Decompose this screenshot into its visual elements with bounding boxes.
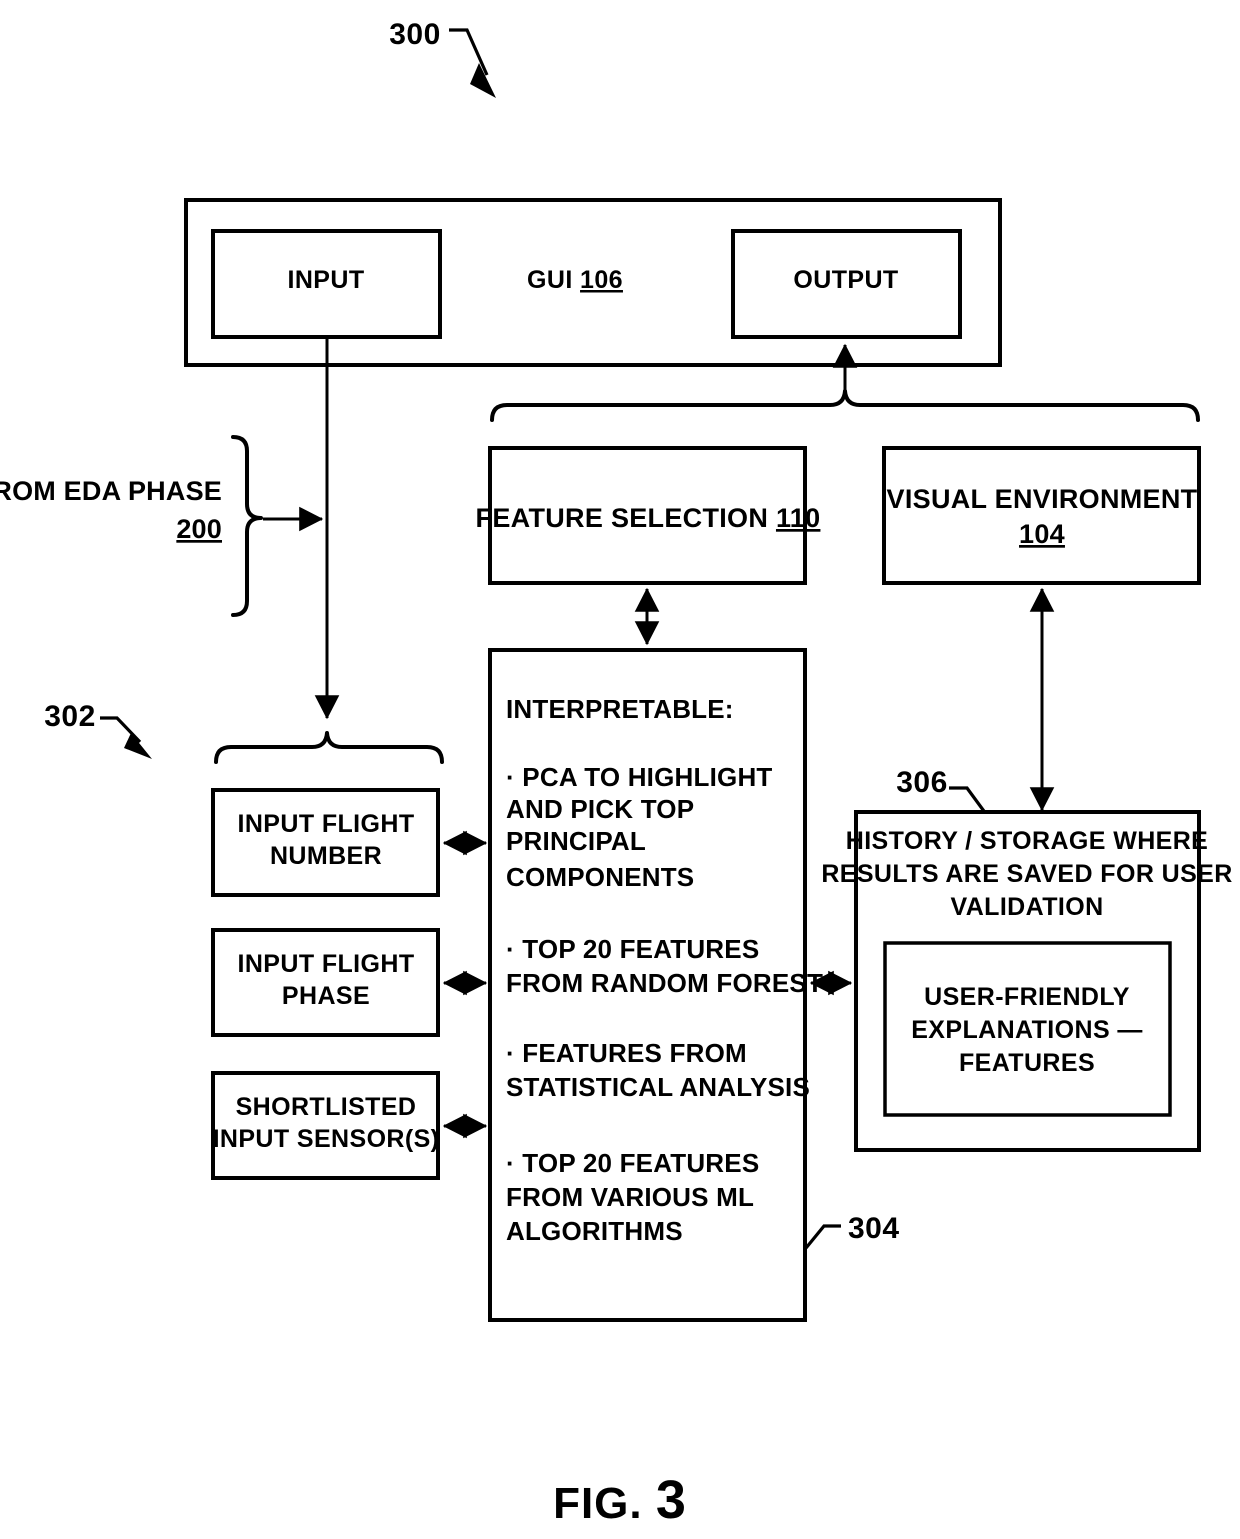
visual-environment-ref: 104: [1019, 519, 1065, 549]
ref-304-label: 304: [848, 1212, 900, 1245]
bullet-3-text-1: FEATURES FROM: [522, 1038, 747, 1068]
interpretable-bullet-4-line-1: · TOP 20 FEATURES: [506, 1148, 759, 1178]
input-flight-phase-line2: PHASE: [282, 982, 370, 1010]
user-friendly-line3: FEATURES: [959, 1049, 1095, 1077]
bullet-dot-2: ·: [506, 934, 515, 964]
interpretable-bullet-3-line-1: · FEATURES FROM: [506, 1038, 747, 1068]
figure-caption: FIG. 3: [553, 1470, 687, 1530]
gui-title-text: GUI: [527, 266, 573, 294]
bullet-4-text-1: TOP 20 FEATURES: [522, 1148, 759, 1178]
bullet-dot-3: ·: [506, 1038, 515, 1068]
interpretable-bullet-1-line-1: · PCA TO HIGHLIGHT: [506, 762, 773, 792]
visual-environment-box: [882, 446, 1201, 585]
eda-phase-label-line1: FROM EDA PHASE: [0, 476, 222, 506]
input-flight-number-line1: INPUT FLIGHT: [237, 810, 414, 838]
gui-title: GUI 106: [527, 266, 623, 294]
interpretable-bullet-1-line-4: COMPONENTS: [506, 862, 694, 892]
patent-figure-300: 300 INPUT GUI 106 OUTPUT FROM EDA PHASE …: [0, 0, 1240, 1539]
shortlisted-sensor-line2: INPUT SENSOR(S): [213, 1125, 440, 1153]
interpretable-heading: INTERPRETABLE:: [506, 694, 734, 724]
bullet-1-text-1: PCA TO HIGHLIGHT: [522, 762, 772, 792]
interpretable-bullet-1-line-2: AND PICK TOP: [506, 794, 694, 824]
interpretable-bullet-4-line-2: FROM VARIOUS ML: [506, 1182, 754, 1212]
history-line3: VALIDATION: [950, 893, 1103, 921]
input-flight-phase-line1: INPUT FLIGHT: [237, 950, 414, 978]
interpretable-bullet-4-line-3: ALGORITHMS: [506, 1216, 683, 1246]
feature-selection-ref: 110: [776, 503, 820, 533]
ref-300-label: 300: [389, 18, 441, 51]
input-flight-number-line2: NUMBER: [270, 842, 382, 870]
figure-caption-label: FIG.: [553, 1479, 643, 1528]
gui-output-label: OUTPUT: [793, 266, 898, 294]
gui-title-ref: 106: [580, 266, 623, 294]
history-line2: RESULTS ARE SAVED FOR USER: [821, 860, 1232, 888]
visual-environment-line1: VISUAL ENVIRONMENT: [887, 484, 1198, 514]
ref-302-label: 302: [44, 700, 96, 733]
interpretable-bullet-3-line-2: STATISTICAL ANALYSIS: [506, 1072, 810, 1102]
shortlisted-sensor-line1: SHORTLISTED: [236, 1093, 417, 1121]
user-friendly-line1: USER-FRIENDLY: [924, 983, 1130, 1011]
eda-phase-label-line2: 200: [176, 514, 222, 544]
interpretable-bullet-1-line-3: PRINCIPAL: [506, 826, 646, 856]
interpretable-bullet-2-line-1: · TOP 20 FEATURES: [506, 934, 759, 964]
interpretable-bullet-2-line-2: FROM RANDOM FOREST: [506, 968, 823, 998]
bullet-2-text-1: TOP 20 FEATURES: [522, 934, 759, 964]
history-line1: HISTORY / STORAGE WHERE: [846, 827, 1209, 855]
ref-306-label: 306: [896, 766, 948, 799]
feature-selection-text: FEATURE SELECTION: [476, 503, 769, 533]
bullet-dot-1: ·: [506, 762, 515, 792]
user-friendly-line2: EXPLANATIONS —: [911, 1016, 1143, 1044]
bullet-dot-4: ·: [506, 1148, 515, 1178]
figure-caption-number: 3: [656, 1470, 687, 1530]
feature-selection-label: FEATURE SELECTION 110: [476, 503, 821, 533]
gui-input-label: INPUT: [288, 266, 365, 294]
